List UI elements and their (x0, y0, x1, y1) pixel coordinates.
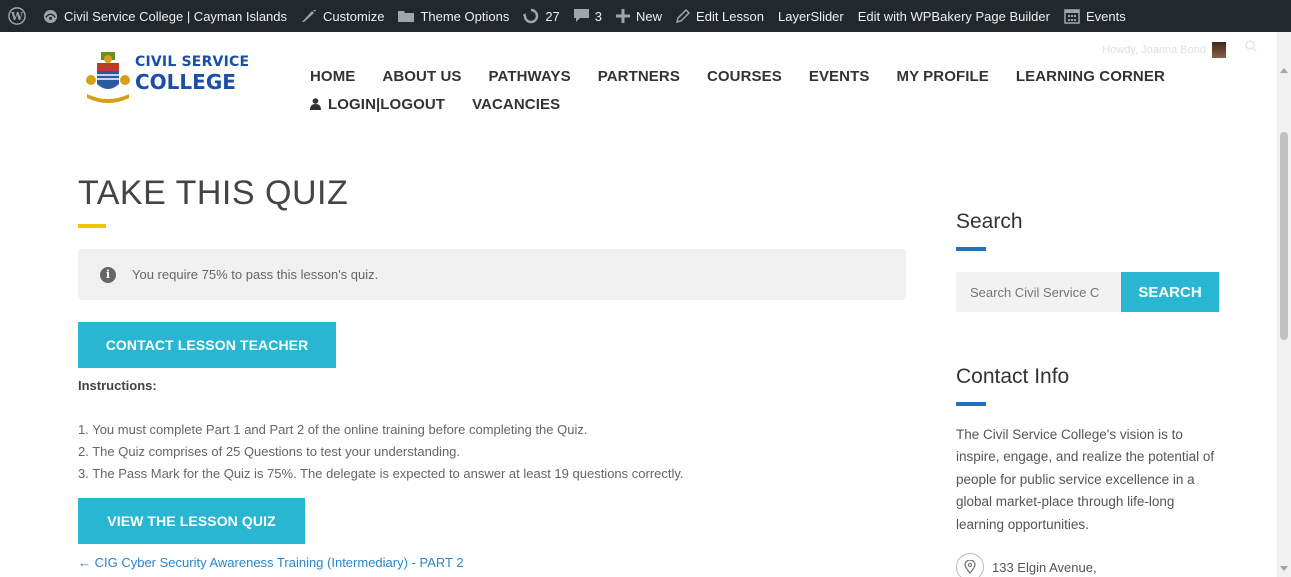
events-label: Events (1085, 8, 1126, 24)
logo-line1: CIVIL SERVICE (135, 54, 250, 70)
search-heading-underline (956, 247, 986, 251)
nav-item-pathways[interactable]: PATHWAYS (489, 68, 571, 85)
search-input[interactable] (956, 272, 1121, 312)
search-button[interactable]: SEARCH (1121, 272, 1219, 312)
nav-item-learning-corner[interactable]: LEARNING CORNER (1016, 68, 1165, 85)
dashboard-icon (43, 9, 58, 24)
nav-item-events[interactable]: EVENTS (809, 68, 870, 85)
search-icon[interactable] (1245, 40, 1257, 55)
user-greeting[interactable]: Howdy, Joanna Bond (1102, 42, 1226, 58)
brush-icon (301, 9, 317, 23)
nav-item-login-logout[interactable]: LOGIN|LOGOUT (310, 96, 445, 113)
notice-text: You require 75% to pass this lesson's qu… (132, 267, 379, 282)
coat-of-arms-icon (86, 52, 130, 103)
contact-info-heading: Contact Info (956, 365, 1070, 388)
nav-row-2: LOGIN|LOGOUT VACANCIES (310, 90, 1192, 118)
comments-link[interactable]: 3 (567, 0, 609, 32)
site-name-link[interactable]: Civil Service College | Cayman Islands (36, 0, 294, 32)
instructions-label: Instructions: (78, 378, 157, 393)
new-label: New (636, 8, 663, 24)
layerslider-label: LayerSlider (777, 8, 844, 24)
instructions-list: 1. You must complete Part 1 and Part 2 o… (78, 419, 684, 485)
nav-item-my-profile[interactable]: MY PROFILE (896, 68, 988, 85)
info-icon: i (100, 266, 116, 283)
events-link[interactable]: Events (1057, 0, 1133, 32)
logo-line2: COLLEGE (135, 70, 236, 94)
nav-item-partners[interactable]: PARTNERS (598, 68, 680, 85)
view-lesson-quiz-button[interactable]: VIEW THE LESSON QUIZ (78, 498, 305, 544)
comments-count: 3 (594, 8, 603, 24)
wordpress-logo-icon[interactable]: W (0, 0, 36, 32)
comment-icon (573, 9, 589, 23)
previous-lesson-link[interactable]: ← CIG Cyber Security Awareness Training … (78, 555, 464, 570)
updates-link[interactable]: 27 (516, 0, 566, 32)
main-navigation: HOME ABOUT US PATHWAYS PARTNERS COURSES … (310, 62, 1192, 118)
login-logout-label: LOGIN|LOGOUT (328, 95, 446, 113)
page-scrollbar[interactable] (1277, 32, 1291, 577)
admin-bar: W Civil Service College | Cayman Islands… (0, 0, 1291, 32)
list-item: 2. The Quiz comprises of 25 Questions to… (78, 444, 461, 459)
address-line: 133 Elgin Avenue, (956, 553, 1097, 577)
customize-link[interactable]: Customize (294, 0, 391, 32)
address-text: 133 Elgin Avenue, (992, 559, 1097, 575)
title-underline (78, 224, 106, 228)
scroll-down-arrow-icon[interactable] (1280, 566, 1288, 571)
logo-wordmark: CIVIL SERVICE COLLEGE (135, 54, 249, 93)
wpbakery-link[interactable]: Edit with WPBakery Page Builder (851, 0, 1057, 32)
map-pin-icon (956, 553, 984, 577)
list-item: 3. The Pass Mark for the Quiz is 75%. Th… (78, 466, 684, 481)
updates-count: 27 (545, 8, 560, 24)
new-content-link[interactable]: New (609, 0, 669, 32)
list-item: 1. You must complete Part 1 and Part 2 o… (78, 422, 588, 437)
nav-item-courses[interactable]: COURSES (707, 68, 782, 85)
nav-item-about-us[interactable]: ABOUT US (382, 68, 461, 85)
svg-text:W: W (10, 10, 24, 23)
nav-row-1: HOME ABOUT US PATHWAYS PARTNERS COURSES … (310, 62, 1192, 90)
contact-lesson-teacher-button[interactable]: CONTACT LESSON TEACHER (78, 322, 336, 368)
edit-lesson-link[interactable]: Edit Lesson (669, 0, 771, 32)
wpbakery-label: Edit with WPBakery Page Builder (857, 8, 1050, 24)
nav-item-home[interactable]: HOME (310, 68, 355, 85)
avatar (1212, 42, 1226, 58)
customize-label: Customize (323, 8, 385, 24)
folder-icon (398, 9, 415, 23)
contact-info-text: The Civil Service College's vision is to… (956, 427, 1215, 532)
page-title: TAKE THIS QUIZ (78, 174, 349, 212)
scroll-thumb[interactable] (1280, 132, 1288, 340)
search-heading: Search (956, 210, 1023, 233)
pencil-icon (676, 9, 691, 23)
layerslider-link[interactable]: LayerSlider (771, 0, 851, 32)
site-name-label: Civil Service College | Cayman Islands (64, 8, 288, 24)
contact-heading-underline (956, 402, 986, 406)
college-logo[interactable]: CIVIL SERVICE COLLEGE (85, 50, 255, 110)
plus-icon (616, 9, 631, 23)
theme-options-label: Theme Options (420, 8, 510, 24)
edit-lesson-label: Edit Lesson (696, 8, 764, 24)
quiz-requirement-notice: i You require 75% to pass this lesson's … (78, 249, 906, 300)
scroll-up-arrow-icon[interactable] (1280, 68, 1288, 73)
calendar-icon (1064, 8, 1080, 24)
theme-options-link[interactable]: Theme Options (391, 0, 516, 32)
nav-item-vacancies[interactable]: VACANCIES (472, 96, 560, 113)
howdy-label: Howdy, Joanna Bond (1102, 44, 1206, 56)
refresh-icon (523, 8, 539, 24)
user-icon (310, 98, 321, 110)
